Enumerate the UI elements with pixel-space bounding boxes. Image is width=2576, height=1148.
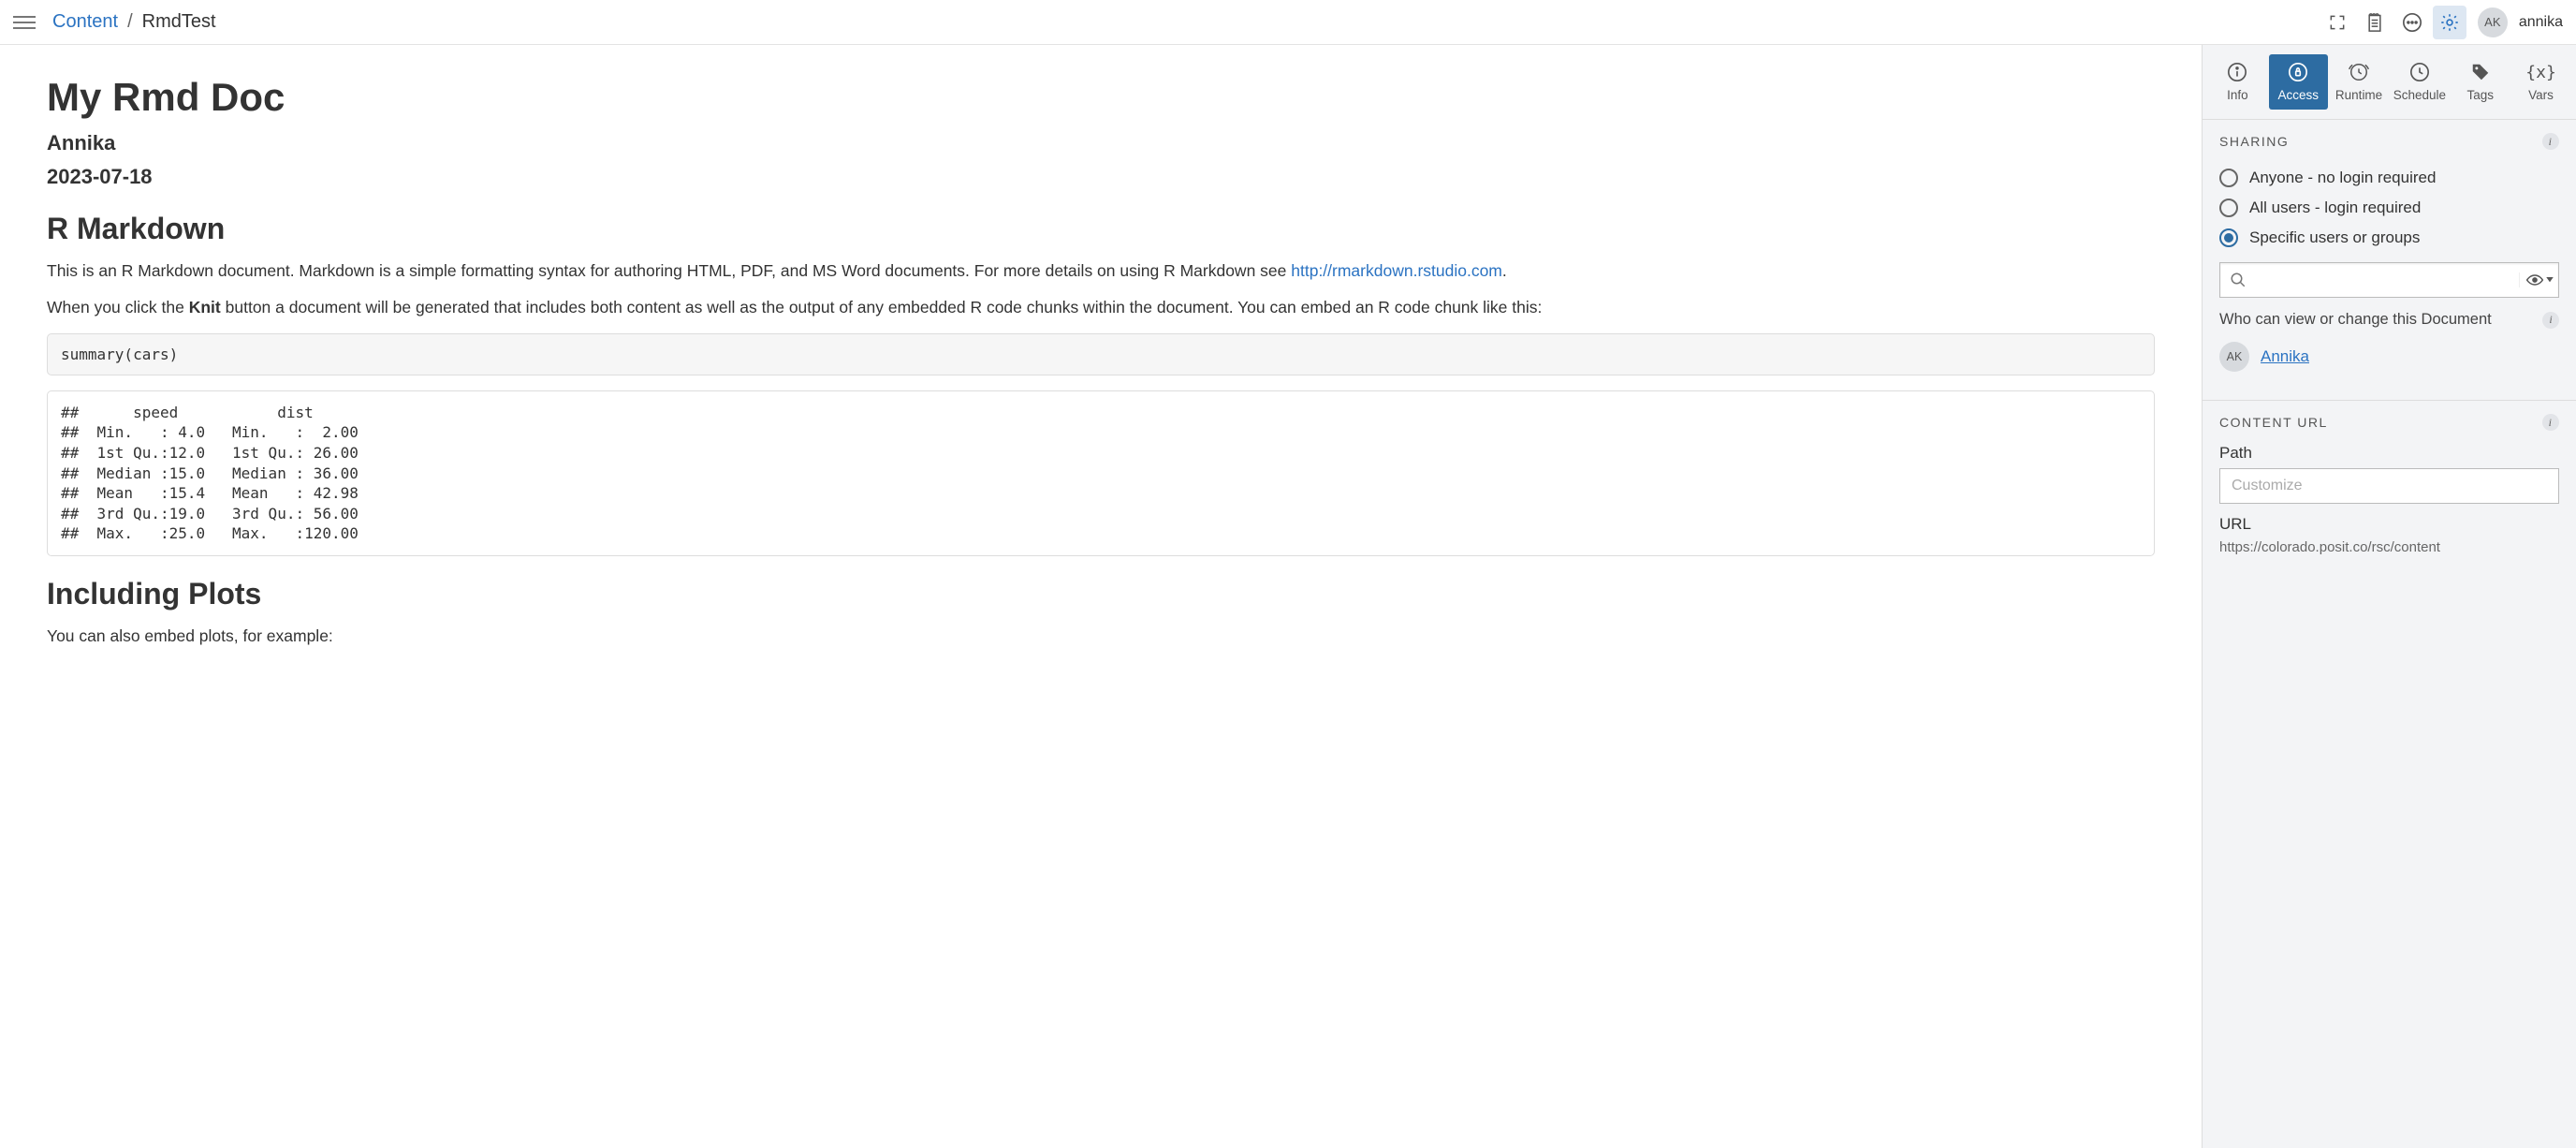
tab-tags[interactable]: Tags [2451,54,2510,110]
section-rmarkdown: R Markdown [47,212,2155,246]
settings-sidebar: Info Access Runtime Schedule [2202,45,2576,1148]
sharing-option-specific[interactable]: Specific users or groups [2219,223,2559,253]
more-icon[interactable] [2395,6,2429,39]
paragraph-plots: You can also embed plots, for example: [47,625,2155,648]
user-search-box[interactable] [2219,262,2559,298]
top-bar: Content / RmdTest AK annika [0,0,2576,45]
content-url-section: CONTENT URL i Path URL https://colorado.… [2203,401,2576,561]
rmarkdown-link[interactable]: http://rmarkdown.rstudio.com [1291,261,1502,280]
code-output: ## speed dist ## Min. : 4.0 Min. : 2.00 … [47,390,2155,556]
schedule-icon [2409,60,2430,84]
breadcrumb-root-link[interactable]: Content [52,11,118,33]
access-icon [2288,60,2308,84]
sharing-heading: SHARING [2219,134,2289,149]
tag-icon [2470,60,2491,84]
user-name-link[interactable]: Annika [2261,347,2309,366]
sharing-option-all-users[interactable]: All users - login required [2219,193,2559,223]
user-avatar: AK [2219,342,2249,372]
panel-tabs: Info Access Runtime Schedule [2203,45,2576,110]
paragraph-knit: When you click the Knit button a documen… [47,296,2155,319]
paragraph-intro: This is an R Markdown document. Markdown… [47,259,2155,283]
content-url-heading: CONTENT URL [2219,415,2328,430]
path-input[interactable] [2219,468,2559,504]
breadcrumb: Content / RmdTest [52,11,216,33]
doc-date: 2023-07-18 [47,165,2155,189]
avatar[interactable]: AK [2478,7,2508,37]
sharing-info-icon[interactable]: i [2542,133,2559,150]
who-can-view-label: Who can view or change this Document [2219,311,2492,329]
tab-vars[interactable]: {x} Vars [2511,54,2570,110]
radio-icon [2219,228,2238,247]
expand-icon[interactable] [2320,6,2354,39]
runtime-icon [2348,60,2370,84]
breadcrumb-separator: / [127,11,133,33]
tab-access[interactable]: Access [2269,54,2328,110]
tab-runtime[interactable]: Runtime [2330,54,2389,110]
url-label: URL [2219,515,2559,534]
user-entry[interactable]: AK Annika [2219,342,2559,372]
logs-icon[interactable] [2358,6,2392,39]
code-block: summary(cars) [47,333,2155,375]
search-icon [2220,272,2256,288]
tab-info[interactable]: Info [2208,54,2267,110]
breadcrumb-current: RmdTest [142,11,216,33]
visibility-dropdown[interactable] [2519,272,2558,287]
vars-icon: {x} [2525,60,2556,84]
tab-schedule[interactable]: Schedule [2390,54,2449,110]
sharing-section: SHARING i Anyone - no login required All… [2203,120,2576,390]
who-can-view-info-icon[interactable]: i [2542,312,2559,329]
content-pane: My Rmd Doc Annika 2023-07-18 R Markdown … [0,45,2202,1148]
radio-icon [2219,169,2238,187]
doc-title: My Rmd Doc [47,75,2155,120]
section-plots: Including Plots [47,577,2155,611]
sharing-option-anyone[interactable]: Anyone - no login required [2219,163,2559,193]
menu-icon[interactable] [13,9,39,36]
content-url-value: https://colorado.posit.co/rsc/content [2219,539,2559,555]
content-url-info-icon[interactable]: i [2542,414,2559,431]
doc-author: Annika [47,131,2155,155]
user-search-input[interactable] [2256,272,2519,288]
info-icon [2227,60,2247,84]
path-label: Path [2219,444,2559,463]
radio-icon [2219,199,2238,217]
username-label: annika [2519,14,2563,31]
settings-icon[interactable] [2433,6,2466,39]
